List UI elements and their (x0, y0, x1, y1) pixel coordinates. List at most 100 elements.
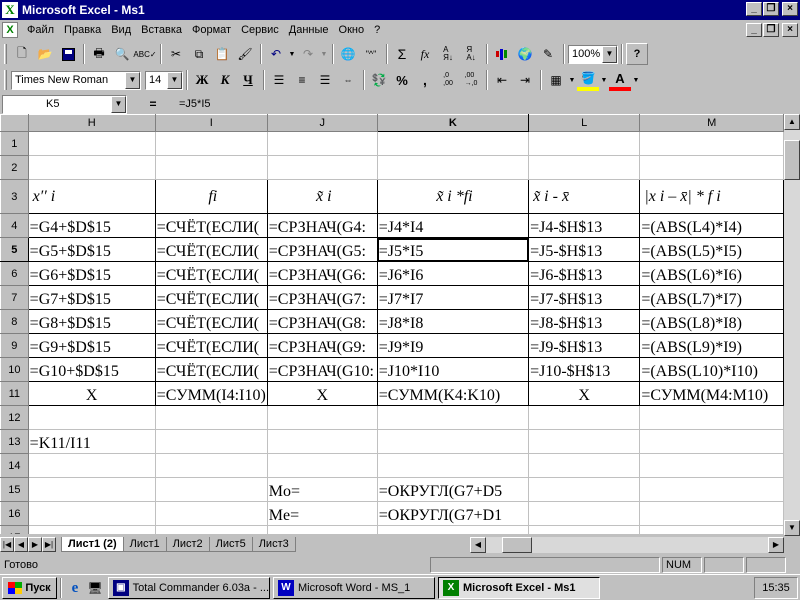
row-header-12[interactable]: 12 (0, 405, 29, 430)
cell-h15[interactable] (27, 477, 156, 502)
increase-decimal-icon[interactable]: ,0,00 (437, 69, 459, 91)
cell-k16[interactable]: =ОКРУГЛ(G7+D1 (376, 501, 530, 526)
cell-m14[interactable] (639, 453, 784, 478)
start-button[interactable]: Пуск (2, 576, 57, 599)
scroll-down-icon[interactable]: ▼ (784, 520, 800, 536)
menu-view[interactable]: Вид (106, 24, 136, 36)
cell-i3[interactable]: fi (154, 179, 268, 214)
cell-j2[interactable] (266, 155, 378, 180)
cell-i2[interactable] (154, 155, 268, 180)
row-header-2[interactable]: 2 (0, 155, 29, 180)
percent-button[interactable]: % (391, 69, 413, 91)
column-header-h[interactable]: H (27, 114, 156, 132)
cell-h7[interactable]: =G7+$D$15 (27, 285, 156, 310)
cell-i9[interactable]: =СЧЁТ(ЕСЛИ( (154, 333, 268, 358)
cell-i16[interactable] (154, 501, 268, 526)
cell-l12[interactable] (528, 405, 641, 430)
chart-wizard-icon[interactable] (491, 43, 513, 65)
cell-h10[interactable]: =G10+$D$15 (27, 357, 156, 382)
cell-l11[interactable]: X (528, 381, 641, 406)
row-header-4[interactable]: 4 (0, 213, 29, 238)
cell-h17[interactable] (27, 525, 156, 534)
cell-i1[interactable] (154, 131, 268, 156)
formula-input[interactable]: =J5*I5 (179, 98, 211, 110)
cell-k17[interactable] (376, 525, 530, 534)
row-header-3[interactable]: 3 (0, 179, 29, 214)
chevron-down-icon[interactable]: ▼ (568, 69, 576, 91)
cell-i17[interactable] (154, 525, 268, 534)
cell-m8[interactable]: =(ABS(L8)*I8) (639, 309, 784, 334)
web-toolbar-icon[interactable]: "^" (360, 43, 382, 65)
redo-dropdown-icon[interactable]: ▼ (320, 43, 328, 65)
cell-j13[interactable] (266, 429, 378, 454)
cell-m2[interactable] (639, 155, 784, 180)
undo-dropdown-icon[interactable]: ▼ (288, 43, 296, 65)
column-header-i[interactable]: I (154, 114, 268, 132)
vertical-scrollbar[interactable]: ▲ ▼ (784, 114, 800, 536)
cell-j6[interactable]: =СРЗНАЧ(G6: (266, 261, 378, 286)
cell-k4[interactable]: =J4*I4 (376, 213, 530, 238)
cell-k3[interactable]: x̃ i *fi (376, 179, 530, 214)
row-header-5[interactable]: 5 (0, 237, 29, 262)
cell-l13[interactable] (528, 429, 641, 454)
font-color-icon[interactable]: A (609, 69, 631, 91)
column-header-j[interactable]: J (266, 114, 378, 132)
cell-l15[interactable] (528, 477, 641, 502)
cell-j16[interactable]: Me= (266, 501, 378, 526)
horizontal-scrollbar[interactable]: ◀ ▶ (470, 537, 784, 553)
drawing-icon[interactable]: ✎ (537, 43, 559, 65)
cell-j14[interactable] (266, 453, 378, 478)
cell-j12[interactable] (266, 405, 378, 430)
cell-k5[interactable]: =J5*I5 (376, 237, 530, 262)
sheet-tab[interactable]: Лист3 (251, 537, 296, 552)
print-preview-icon[interactable]: 🔍 (111, 43, 133, 65)
cell-k7[interactable]: =J7*I7 (376, 285, 530, 310)
cell-l14[interactable] (528, 453, 641, 478)
row-header-14[interactable]: 14 (0, 453, 29, 478)
row-header-11[interactable]: 11 (0, 381, 29, 406)
cell-h13[interactable]: =K11/I11 (27, 429, 156, 454)
cell-i13[interactable] (154, 429, 268, 454)
menu-edit[interactable]: Правка (59, 24, 106, 36)
cell-m5[interactable]: =(ABS(L5)*I5) (639, 237, 784, 262)
vertical-scroll-thumb[interactable] (784, 140, 800, 180)
cell-k13[interactable] (376, 429, 530, 454)
underline-button[interactable]: Ч (237, 69, 259, 91)
cell-i6[interactable]: =СЧЁТ(ЕСЛИ( (154, 261, 268, 286)
cell-k10[interactable]: =J10*I10 (376, 357, 530, 382)
cell-m17[interactable] (639, 525, 784, 534)
spreadsheet-grid[interactable]: H I J K L M 1 2 3 x′′ i fi x̃ i x̃ i *fi x̃ i -… (0, 114, 784, 534)
font-size-select[interactable]: 14 ▼ (145, 70, 183, 90)
doc-minimize-button[interactable]: _ (746, 23, 762, 37)
cell-j17[interactable] (266, 525, 378, 534)
sheet-tab[interactable]: Лист1 (122, 537, 167, 552)
cell-l6[interactable]: =J6-$H$13 (528, 261, 641, 286)
cell-m12[interactable] (639, 405, 784, 430)
cell-i10[interactable]: =СЧЁТ(ЕСЛИ( (154, 357, 268, 382)
cell-i4[interactable]: =СЧЁТ(ЕСЛИ( (154, 213, 268, 238)
currency-icon[interactable]: 💱 (368, 69, 390, 91)
row-header-10[interactable]: 10 (0, 357, 29, 382)
cell-h14[interactable] (27, 453, 156, 478)
cell-i15[interactable] (154, 477, 268, 502)
chevron-down-icon[interactable]: ▼ (167, 71, 182, 89)
sort-descending-icon[interactable]: Я А↓ (460, 43, 482, 65)
cell-h4[interactable]: =G4+$D$15 (27, 213, 156, 238)
zoom-select[interactable]: 100% ▼ (568, 44, 618, 64)
cell-m16[interactable] (639, 501, 784, 526)
cell-m7[interactable]: =(ABS(L7)*I7) (639, 285, 784, 310)
cell-m3[interactable]: |x i – x̄| * f i (639, 179, 784, 214)
cut-icon[interactable]: ✂ (165, 43, 187, 65)
next-sheet-icon[interactable]: ▶ (28, 537, 42, 552)
menu-tools[interactable]: Сервис (236, 24, 284, 36)
cell-k15[interactable]: =ОКРУГЛ(G7+D5 (376, 477, 530, 502)
cell-i7[interactable]: =СЧЁТ(ЕСЛИ( (154, 285, 268, 310)
cell-m6[interactable]: =(ABS(L6)*I6) (639, 261, 784, 286)
print-icon[interactable]: 🖶 (88, 43, 110, 65)
column-header-l[interactable]: L (528, 114, 641, 132)
decrease-indent-icon[interactable]: ⇤ (491, 69, 513, 91)
menu-help[interactable]: ? (369, 24, 385, 36)
task-word[interactable]: W Microsoft Word - MS_1 (273, 576, 435, 599)
cell-k6[interactable]: =J6*I6 (376, 261, 530, 286)
menu-data[interactable]: Данные (284, 24, 334, 36)
